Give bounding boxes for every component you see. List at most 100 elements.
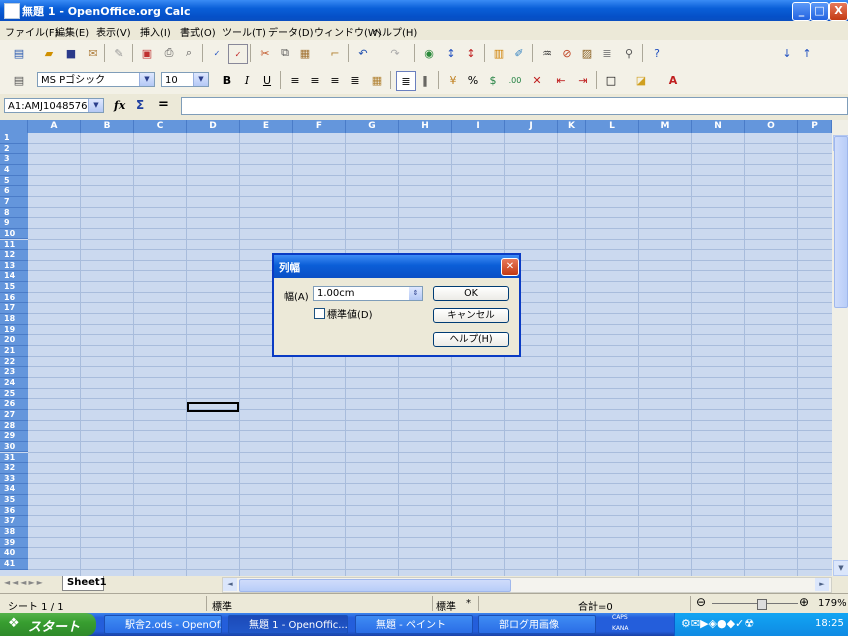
column-header[interactable]: P <box>798 120 832 133</box>
column-header[interactable]: C <box>134 120 187 133</box>
row-header[interactable]: 28 <box>0 420 28 432</box>
taskbar-item[interactable]: 駅舎2.ods - OpenOf... <box>104 615 222 634</box>
row-header[interactable]: 7 <box>0 196 28 208</box>
menu-file[interactable]: ファイル(F) <box>5 24 59 39</box>
row-header[interactable]: 37 <box>0 516 28 528</box>
zoom-slider-thumb[interactable] <box>757 599 767 610</box>
export-pdf-icon[interactable]: ▣ <box>138 44 156 62</box>
zoom-in-icon[interactable]: ⊕ <box>799 595 809 609</box>
align-left-icon[interactable]: ≡ <box>286 71 304 89</box>
spin-updown-icon[interactable]: ⇕ <box>409 287 422 300</box>
standard-format-icon[interactable]: $ <box>484 71 502 89</box>
zoom-slider[interactable] <box>712 603 798 604</box>
merge-cells-icon[interactable]: ▦ <box>368 71 386 89</box>
spellcheck-icon[interactable]: ✓ <box>208 44 226 62</box>
row-header[interactable]: 8 <box>0 207 28 219</box>
column-header[interactable]: F <box>293 120 346 133</box>
zoom-icon[interactable]: ⚲ <box>620 44 638 62</box>
start-button[interactable]: ❖ スタート <box>0 613 96 636</box>
scroll-left-icon[interactable]: ◄ <box>223 578 237 591</box>
cut-icon[interactable]: ✂ <box>256 44 274 62</box>
scroll-down-icon[interactable]: ▼ <box>833 560 848 576</box>
hyperlink-icon[interactable]: ◉ <box>420 44 438 62</box>
column-header[interactable]: A <box>28 120 81 133</box>
function-wizard-icon[interactable]: fx <box>114 99 125 112</box>
open-folder-icon[interactable]: ▰ <box>40 44 58 62</box>
align-center-icon[interactable]: ≡ <box>306 71 324 89</box>
row-header[interactable]: 4 <box>0 164 28 176</box>
row-header[interactable]: 29 <box>0 431 28 442</box>
row-header[interactable]: 32 <box>0 463 28 474</box>
row-header[interactable]: 1 <box>0 133 28 144</box>
chevron-down-icon[interactable]: ▼ <box>139 73 154 86</box>
scroll-right-icon[interactable]: ► <box>815 578 829 591</box>
cancel-button[interactable]: キャンセル <box>433 308 509 323</box>
add-decimal-icon[interactable]: .00 <box>506 71 524 89</box>
column-header[interactable]: M <box>639 120 692 133</box>
menu-data[interactable]: データ(D) <box>268 24 314 39</box>
zoom-level[interactable]: 179% <box>818 598 847 609</box>
sort-ascending-icon[interactable]: ↕ <box>442 44 460 62</box>
column-header[interactable]: O <box>745 120 798 133</box>
menu-format[interactable]: 書式(O) <box>180 24 216 39</box>
horizontal-scrollbar[interactable]: ◄ ► <box>222 577 832 593</box>
row-header[interactable]: 22 <box>0 356 28 368</box>
function-equals-icon[interactable]: = <box>158 97 169 112</box>
row-header[interactable]: 36 <box>0 505 28 517</box>
redo-icon[interactable]: ↷ <box>386 44 404 62</box>
menu-insert[interactable]: 挿入(I) <box>140 24 171 39</box>
font-name-select[interactable]: MS Pゴシック ▼ <box>37 72 155 87</box>
chart-icon[interactable]: ▥ <box>490 44 508 62</box>
borders-icon[interactable]: □ <box>602 71 620 89</box>
row-header[interactable]: 30 <box>0 441 28 453</box>
sort-descending-icon[interactable]: ↕ <box>462 44 480 62</box>
styles-formatting-icon[interactable]: ▤ <box>10 71 28 89</box>
italic-button[interactable]: I <box>238 71 256 89</box>
font-color-icon[interactable]: A <box>664 71 682 89</box>
underline-button[interactable]: U <box>258 71 276 89</box>
currency-format-icon[interactable]: ¥ <box>444 71 462 89</box>
find-next-icon[interactable]: ↓ <box>778 44 796 62</box>
page-style[interactable]: 標準 <box>212 598 232 613</box>
row-header[interactable]: 19 <box>0 324 28 336</box>
row-header[interactable]: 35 <box>0 495 28 506</box>
minimize-button[interactable]: _ <box>792 2 811 21</box>
justify-icon[interactable]: ≣ <box>346 71 364 89</box>
row-header[interactable]: 40 <box>0 548 28 559</box>
insert-mode[interactable]: 標準 <box>436 598 456 613</box>
row-header[interactable]: 39 <box>0 537 28 549</box>
text-direction-vertical-icon[interactable]: ‖ <box>416 71 434 89</box>
row-header[interactable]: 10 <box>0 228 28 240</box>
row-header[interactable]: 5 <box>0 175 28 187</box>
navigator-icon[interactable]: ⊘ <box>558 44 576 62</box>
select-all-corner[interactable] <box>0 120 28 133</box>
help-button[interactable]: ヘルプ(H) <box>433 332 509 347</box>
print-icon[interactable]: ⎙ <box>160 44 178 62</box>
background-color-icon[interactable]: ◪ <box>632 71 650 89</box>
menu-view[interactable]: 表示(V) <box>96 24 131 39</box>
paste-icon[interactable]: ▦ <box>296 44 314 62</box>
find-replace-icon[interactable]: ♒ <box>538 44 556 62</box>
bold-button[interactable]: B <box>218 71 236 89</box>
menu-tools[interactable]: ツール(T) <box>222 24 266 39</box>
row-header[interactable]: 41 <box>0 559 28 570</box>
width-spin-field[interactable]: 1.00cm ⇕ <box>313 286 423 301</box>
gallery-icon[interactable]: ▨ <box>578 44 596 62</box>
new-document-icon[interactable]: ▤ <box>10 44 28 62</box>
row-header[interactable]: 27 <box>0 409 28 421</box>
taskbar-item[interactable]: 無題 - ペイント <box>355 615 473 634</box>
column-header[interactable]: B <box>81 120 134 133</box>
help-icon[interactable]: ? <box>648 44 666 62</box>
menu-edit[interactable]: 編集(E) <box>55 24 89 39</box>
edit-file-icon[interactable]: ✎ <box>110 44 128 62</box>
row-header[interactable]: 14 <box>0 271 28 283</box>
row-header[interactable]: 23 <box>0 367 28 378</box>
row-header[interactable]: 6 <box>0 186 28 197</box>
zoom-out-icon[interactable]: ⊖ <box>696 595 706 609</box>
align-right-icon[interactable]: ≡ <box>326 71 344 89</box>
row-header[interactable]: 25 <box>0 388 28 400</box>
mail-icon[interactable]: ✉ <box>84 44 102 62</box>
save-icon[interactable]: ■ <box>62 44 80 62</box>
close-button[interactable]: X <box>829 2 848 21</box>
maximize-button[interactable]: □ <box>810 2 829 21</box>
